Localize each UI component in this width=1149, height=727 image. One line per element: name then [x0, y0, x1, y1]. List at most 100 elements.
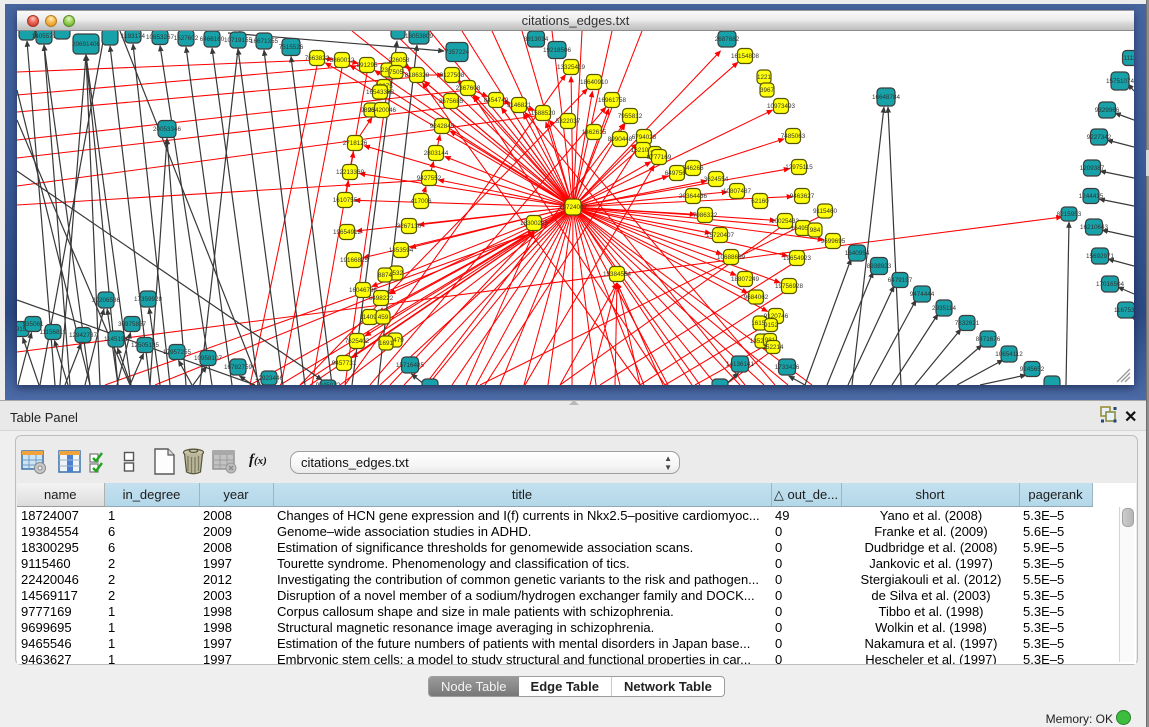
svg-text:7663822: 7663822 — [305, 55, 330, 62]
svg-text:16543362: 16543362 — [366, 89, 395, 96]
svg-text:11156819: 11156819 — [39, 329, 67, 336]
svg-text:6794028: 6794028 — [632, 134, 657, 141]
svg-text:9463627: 9463627 — [790, 193, 815, 200]
svg-text:1167533: 1167533 — [1114, 307, 1134, 314]
svg-text:9152: 9152 — [764, 322, 779, 329]
svg-text:16671355: 16671355 — [250, 38, 279, 45]
svg-text:8215953: 8215953 — [1057, 211, 1082, 218]
svg-text:1588520: 1588520 — [531, 110, 556, 117]
svg-text:226058: 226058 — [388, 57, 410, 64]
svg-text:2367608: 2367608 — [456, 85, 481, 92]
svg-text:9777169: 9777169 — [647, 154, 672, 161]
svg-text:10654112: 10654112 — [995, 351, 1023, 358]
svg-text:9115460: 9115460 — [813, 208, 838, 215]
svg-text:23420046: 23420046 — [368, 107, 397, 114]
svg-text:19384554: 19384554 — [603, 271, 632, 278]
svg-text:9427552: 9427552 — [417, 175, 442, 182]
svg-text:9242845: 9242845 — [430, 123, 455, 130]
svg-text:12923446: 12923446 — [255, 375, 284, 382]
svg-text:9474444: 9474444 — [910, 291, 935, 298]
svg-text:7515526: 7515526 — [279, 44, 304, 51]
svg-text:3860012: 3860012 — [330, 57, 355, 64]
svg-text:1193174: 1193174 — [121, 33, 146, 40]
svg-text:19166825: 19166825 — [340, 257, 369, 264]
svg-text:15720407: 15720407 — [706, 232, 735, 239]
svg-text:15692971: 15692971 — [1086, 253, 1115, 260]
svg-text:1145191: 1145191 — [104, 336, 129, 343]
svg-text:8990448: 8990448 — [608, 136, 633, 143]
svg-text:17016504: 17016504 — [1096, 281, 1125, 288]
svg-text:5322037: 5322037 — [556, 118, 581, 125]
svg-text:18724007: 18724007 — [559, 204, 588, 211]
svg-text:10973493: 10973493 — [767, 103, 796, 110]
svg-text:1405571: 1405571 — [32, 33, 57, 40]
svg-text:19654923: 19654923 — [783, 255, 812, 262]
svg-text:10719155: 10719155 — [224, 37, 253, 44]
svg-text:18640910: 18640910 — [580, 79, 609, 86]
svg-text:12975115: 12975115 — [785, 164, 813, 171]
svg-text:20364436: 20364436 — [679, 193, 708, 200]
svg-text:6498222: 6498222 — [369, 295, 394, 302]
svg-text:7505: 7505 — [389, 69, 404, 76]
svg-text:3675685: 3675685 — [439, 98, 464, 105]
svg-text:10807487: 10807487 — [723, 188, 752, 195]
svg-text:16782759: 16782759 — [224, 364, 253, 371]
svg-text:9684062: 9684062 — [744, 294, 769, 301]
svg-text:16961758: 16961758 — [598, 97, 627, 104]
svg-text:8186328: 8186328 — [405, 72, 430, 79]
svg-text:984: 984 — [810, 227, 821, 234]
svg-text:6479197: 6479197 — [888, 277, 913, 284]
svg-text:9227342: 9227342 — [1087, 134, 1112, 141]
svg-text:459: 459 — [378, 314, 389, 321]
svg-text:417006: 417006 — [410, 198, 432, 205]
svg-text:18807249: 18807249 — [731, 276, 760, 283]
svg-text:1691: 1691 — [379, 340, 394, 347]
svg-text:9329966: 9329966 — [1095, 107, 1120, 114]
svg-text:7955812: 7955812 — [618, 113, 643, 120]
svg-text:1112: 1112 — [1123, 55, 1134, 62]
svg-text:1640954: 1640954 — [845, 250, 870, 257]
svg-text:8813014: 8813014 — [524, 36, 549, 43]
svg-text:12942737: 12942737 — [69, 332, 98, 339]
svg-text:1527602: 1527602 — [174, 35, 199, 42]
svg-text:20691406: 20691406 — [72, 41, 101, 48]
svg-text:1244415: 1244415 — [1079, 193, 1104, 200]
svg-text:1221: 1221 — [757, 74, 772, 81]
svg-text:15751074: 15751074 — [1106, 78, 1134, 85]
svg-text:3267130: 3267130 — [397, 223, 422, 230]
svg-text:10653267: 10653267 — [146, 34, 175, 41]
svg-text:7625402: 7625402 — [345, 338, 370, 345]
svg-text:12505135: 12505135 — [131, 342, 160, 349]
svg-text:3967: 3967 — [760, 87, 775, 94]
svg-text:9127508: 9127508 — [440, 72, 465, 79]
svg-text:16210643: 16210643 — [1080, 224, 1109, 231]
svg-text:1610755: 1610755 — [333, 197, 358, 204]
svg-text:20053346: 20053346 — [153, 126, 182, 133]
svg-text:2718126: 2718126 — [343, 140, 368, 147]
svg-text:14136141: 14136141 — [726, 361, 755, 368]
svg-text:13325419: 13325419 — [557, 64, 586, 71]
svg-text:2935114: 2935114 — [932, 305, 957, 312]
svg-text:8471676: 8471676 — [976, 336, 1001, 343]
svg-text:19218506: 19218506 — [543, 47, 572, 54]
svg-text:30975867: 30975867 — [118, 321, 147, 328]
svg-text:10958107: 10958107 — [194, 355, 223, 362]
svg-text:935061: 935061 — [22, 321, 44, 328]
svg-text:7485063: 7485063 — [781, 133, 806, 140]
svg-text:8454749: 8454749 — [484, 97, 509, 104]
svg-text:2687682: 2687682 — [715, 36, 740, 43]
svg-text:62160: 62160 — [751, 198, 769, 205]
svg-text:8938923: 8938923 — [867, 263, 892, 270]
svg-text:9245652: 9245652 — [1020, 366, 1045, 373]
svg-text:7632621: 7632621 — [955, 320, 980, 327]
svg-text:19654912: 19654912 — [333, 229, 362, 236]
svg-text:12213369: 12213369 — [336, 169, 365, 176]
svg-text:9457731: 9457731 — [332, 360, 357, 367]
svg-text:16154808: 16154808 — [731, 53, 760, 60]
svg-text:1353594: 1353594 — [389, 247, 414, 254]
svg-text:891295: 891295 — [356, 62, 378, 69]
svg-text:746266: 746266 — [682, 165, 704, 172]
svg-text:7357224: 7357224 — [445, 49, 470, 56]
svg-text:1362615: 1362615 — [582, 129, 607, 136]
svg-text:17359928: 17359928 — [134, 296, 163, 303]
